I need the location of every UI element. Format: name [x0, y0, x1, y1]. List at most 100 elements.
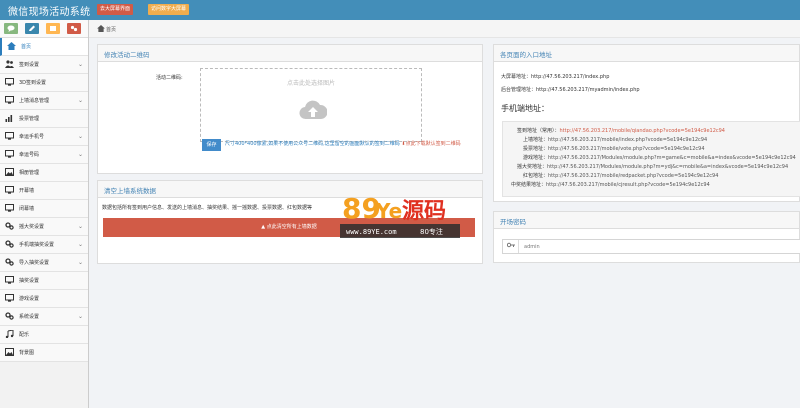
sidebar-item-label: 手机端抽奖设置 [19, 242, 55, 248]
sidebar-item-system[interactable]: 系统设置 ⌄ [0, 308, 88, 326]
password-field[interactable]: admin [502, 239, 800, 254]
sidebar-item-opening-wall[interactable]: 开幕墙 [0, 182, 88, 200]
sidebar: 首页 签到设置 ⌄ 3D签到设置 上墙消息管理 ⌄ 投票管理 幸运手机号 ⌄ 幸… [0, 20, 89, 408]
download-default-qr-link[interactable]: 点此下载默认签到二维码 [406, 141, 461, 147]
big-screen-url: 大屏幕地址：http://47.56.203.217/index.php [501, 74, 610, 80]
chevron-down-icon: ⌄ [77, 241, 83, 248]
sidebar-item-label: 游戏设置 [19, 296, 40, 302]
sidebar-item-3d-checkin[interactable]: 3D签到设置 [0, 74, 88, 92]
big-screen-button[interactable]: 去大屏幕界面 [97, 4, 134, 15]
url-link[interactable]: http://47.56.203.217/mobile/vote.php?vco… [548, 146, 705, 152]
sidebar-item-game[interactable]: 游戏设置 [0, 290, 88, 308]
entry-addresses-panel: 各页面的入口地址 大屏幕地址：http://47.56.203.217/inde… [493, 44, 800, 202]
groups-icon [50, 26, 56, 31]
sidebar-item-lottery[interactable]: 抽奖设置 [0, 272, 88, 290]
admin-url: 后台管理地址：http://47.56.203.217/myadmin/inde… [501, 87, 640, 93]
sidebar-item-checkin[interactable]: 签到设置 ⌄ [0, 56, 88, 74]
cogs-icon [5, 258, 14, 267]
desktop-icon [5, 132, 14, 141]
sidebar-item-vote[interactable]: 投票管理 [0, 110, 88, 128]
save-button[interactable]: 保存 [202, 139, 221, 151]
sidebar-item-label: 首页 [21, 44, 32, 50]
cogs-icon [5, 240, 14, 249]
qr-size-hint: 尺寸400*400像素,如果不使用公众号二维码,这里留空的画面默认的签到二维码 … [225, 140, 475, 148]
url-link[interactable]: http://47.56.203.217/mobile/cjresult.php… [546, 182, 710, 188]
list-item: 游戏地址：http://47.56.203.217/Modules/module… [523, 155, 796, 161]
url-link[interactable]: http://47.56.203.217/mobile/index.php?vc… [548, 137, 707, 143]
svg-text:Ye: Ye [375, 199, 402, 223]
comments-icon [7, 25, 15, 32]
panel-header: 修改活动二维码 [98, 45, 482, 62]
list-item: 上墙地址：http://47.56.203.217/mobile/index.p… [523, 137, 708, 143]
url-link[interactable]: http://47.56.203.217/mobile/redpacket.ph… [548, 173, 718, 179]
url-link[interactable]: http://47.56.203.217/Modules/module.php?… [548, 155, 796, 161]
sidebar-item-label: 开幕墙 [19, 188, 35, 194]
image-upload-area[interactable]: 点击此处选择图片 [200, 68, 422, 142]
sidebar-item-label: 相册管理 [19, 170, 40, 176]
sidebar-item-label: 系统设置 [19, 314, 40, 320]
sidebar-item-album[interactable]: 相册管理 [0, 164, 88, 182]
hint-text: 尺寸400*400像素,如果不使用公众号二维码,这里留空的画面默认的签到二维码 [225, 141, 400, 147]
shortcut-groups-button[interactable] [46, 23, 60, 34]
sidebar-item-shake-prize[interactable]: 摇大奖设置 ⌄ [0, 218, 88, 236]
panel-title: 开场密码 [500, 218, 526, 226]
pencil-icon [29, 25, 35, 31]
url-link[interactable]: http://47.56.203.217/Modules/module.php?… [547, 164, 788, 170]
breadcrumb-home-link[interactable]: 首页 [106, 26, 116, 33]
panel-header: 开场密码 [494, 212, 799, 229]
home-icon[interactable] [97, 25, 105, 34]
sidebar-item-import-lottery[interactable]: 导入抽奖设置 ⌄ [0, 254, 88, 272]
list-item: 签到地址（常用）：http://47.56.203.217/mobile/qia… [517, 128, 725, 134]
sidebar-item-music[interactable]: 配乐 [0, 326, 88, 344]
users-icon [5, 60, 14, 69]
sidebar-item-label: 背景图 [19, 350, 35, 356]
sidebar-item-home[interactable]: 首页 [0, 38, 88, 56]
sidebar-item-lucky-number[interactable]: 幸运号码 ⌄ [0, 146, 88, 164]
cogs-icon [5, 312, 14, 321]
chevron-down-icon: ⌄ [77, 97, 83, 104]
url-link[interactable]: http://47.56.203.217/mobile/qiandao.php?… [560, 128, 725, 134]
svg-text:www.89YE.com: www.89YE.com [346, 228, 397, 236]
sidebar-item-closing-wall[interactable]: 闭幕墙 [0, 200, 88, 218]
chevron-down-icon: ⌄ [77, 151, 83, 158]
picture-icon [5, 168, 14, 177]
svg-text:80专注: 80专注 [420, 227, 443, 236]
cogs-icon [5, 222, 14, 231]
panel-title: 修改活动二维码 [104, 51, 150, 59]
shortcut-comments-button[interactable] [4, 23, 18, 34]
sidebar-item-label: 幸运手机号 [19, 134, 45, 140]
list-item: 投票地址：http://47.56.203.217/mobile/vote.ph… [523, 146, 705, 152]
sidebar-item-lucky-phone[interactable]: 幸运手机号 ⌄ [0, 128, 88, 146]
music-icon [5, 329, 14, 339]
panel-header: 各页面的入口地址 [494, 45, 799, 62]
desktop-icon [5, 186, 14, 195]
chevron-down-icon: ⌄ [77, 313, 83, 320]
panel-title: 清空上墙系统数据 [104, 187, 156, 195]
picture-icon [5, 348, 14, 357]
password-value: admin [524, 244, 540, 250]
cogs-icon [70, 25, 78, 32]
sidebar-item-background[interactable]: 背景图 [0, 344, 88, 362]
desktop-icon [5, 294, 14, 303]
sidebar-item-mobile-lottery[interactable]: 手机端抽奖设置 ⌄ [0, 236, 88, 254]
sidebar-item-label: 投票管理 [19, 116, 40, 122]
shortcut-cogs-button[interactable] [67, 23, 81, 34]
list-item: 红包地址：http://47.56.203.217/mobile/redpack… [523, 173, 719, 179]
svg-text:源码: 源码 [402, 199, 446, 224]
shortcut-pencil-button[interactable] [25, 23, 39, 34]
sidebar-item-label: 上墙消息管理 [19, 98, 50, 104]
app-title: 微信现场活动系统 [8, 7, 91, 18]
desktop-icon [5, 150, 14, 159]
home-icon [7, 42, 16, 51]
sidebar-item-wall-messages[interactable]: 上墙消息管理 ⌄ [0, 92, 88, 110]
desktop-icon [5, 204, 14, 213]
chevron-down-icon: ⌄ [77, 223, 83, 230]
sidebar-item-label: 3D签到设置 [19, 80, 47, 86]
list-item: 中奖结果地址：http://47.56.203.217/mobile/cjres… [511, 182, 710, 188]
chevron-down-icon: ⌄ [77, 133, 83, 140]
sidebar-item-label: 配乐 [19, 332, 30, 338]
shortcut-bar [0, 20, 88, 38]
sidebar-item-label: 摇大奖设置 [19, 224, 45, 230]
sidebar-item-label: 抽奖设置 [19, 278, 40, 284]
digital-screen-button[interactable]: 访问数字大屏幕 [148, 4, 190, 15]
